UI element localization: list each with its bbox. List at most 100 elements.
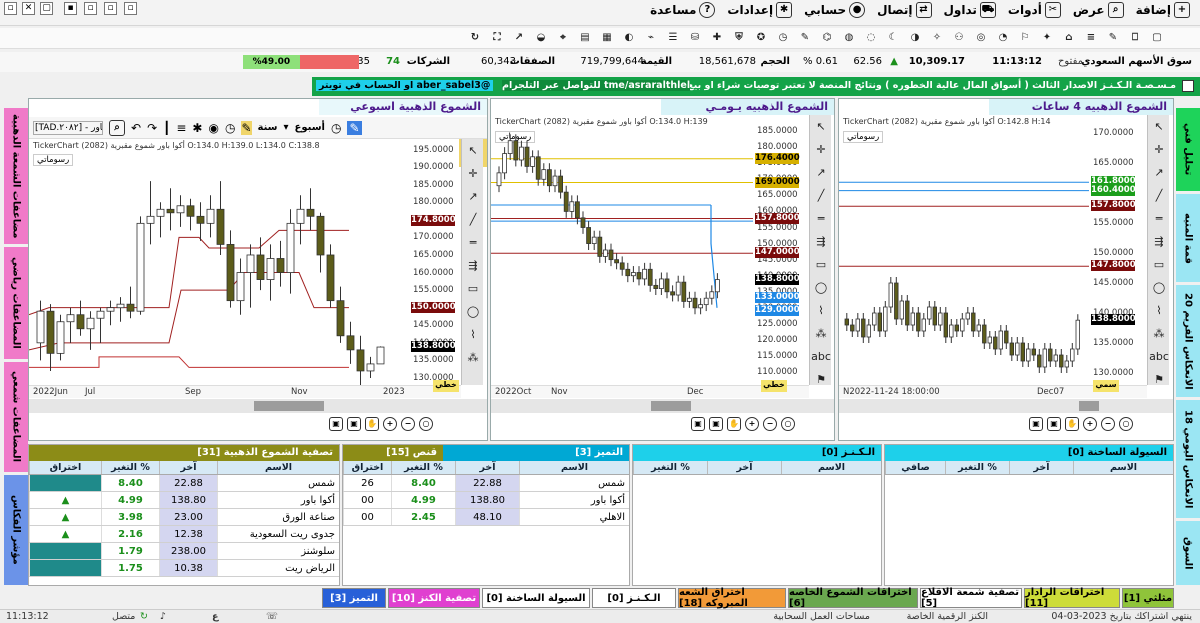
side-tab-math-multiples[interactable]: المضاعفات رياضي (4, 247, 28, 359)
window-close-button[interactable]: ✕ (22, 2, 35, 15)
draw-tool-3[interactable]: ↗ (810, 161, 832, 184)
toolbar-icon-5[interactable]: ⌂ (1062, 31, 1076, 45)
side-tab-candle-multiples[interactable]: المضاعفات شمعي (4, 362, 28, 472)
menu-item-settings[interactable]: ✱ إعدادات (727, 2, 793, 18)
column-header[interactable]: آخر (455, 461, 519, 474)
column-header[interactable]: آخر (707, 461, 781, 474)
bottom-tab-8[interactable]: تصفية الكنز [10] (388, 588, 480, 608)
draw-tool-2[interactable]: ✛ (1148, 138, 1170, 161)
fit-icon[interactable]: ▣ (691, 417, 705, 431)
toolbar-icon-27[interactable]: ▤ (578, 31, 592, 45)
draw-tool-5[interactable]: ═ (810, 207, 832, 230)
chart-type-badge[interactable]: خطي (433, 380, 459, 392)
draw-tool-7[interactable]: ▭ (462, 277, 484, 300)
period-button[interactable]: أسبوع (295, 122, 325, 133)
draw-tool-8[interactable]: ◯ (810, 276, 832, 299)
menu-item-view[interactable]: ⌕ عرض (1073, 2, 1124, 18)
indicators-icon[interactable]: ≡ (176, 121, 186, 135)
toolbar-icon-19[interactable]: ✪ (754, 31, 768, 45)
toolbar-icon-28[interactable]: ⌖ (556, 31, 570, 45)
toolbar-icon-14[interactable]: ◌ (864, 31, 878, 45)
alert-icon[interactable]: ◷ (225, 121, 235, 135)
hand-icon[interactable]: ✋ (1065, 417, 1079, 431)
search-icon[interactable]: ⌕ (109, 119, 125, 136)
toolbar-icon-23[interactable]: ☰ (666, 31, 680, 45)
twitter-link[interactable]: او الحساب في تويتر aber_sabel3@ (316, 80, 494, 91)
chart-daily-scrollbar[interactable] (491, 399, 834, 413)
toolbar-icon-8[interactable]: ◔ (996, 31, 1010, 45)
bottom-tab-7[interactable]: السيولة الساخنة [0] (482, 588, 590, 608)
draw-tool-4[interactable]: ╱ (1148, 184, 1170, 207)
draw-tool-9[interactable]: ⌇ (462, 323, 484, 346)
scroll-thumb[interactable] (651, 401, 691, 411)
bottom-tab-2[interactable]: اختراقات الرادار [11] (1024, 587, 1120, 609)
toolbar-icon-4[interactable]: ≡ (1084, 31, 1098, 45)
table-row[interactable]: سلوشنز 238.00 1.79 (29, 543, 339, 560)
toolbar-icon-24[interactable]: ⌁ (644, 31, 658, 45)
window-icon-1[interactable]: ▪ (64, 2, 77, 15)
language-toggle[interactable]: ع (212, 611, 219, 622)
draw-tool-4[interactable]: ╱ (462, 208, 484, 231)
fit-icon[interactable]: ▣ (1029, 417, 1043, 431)
table-row[interactable]: شمس 22.88 8.40 26 (343, 475, 629, 492)
menu-item-help[interactable]: ? مساعدة (650, 2, 716, 18)
hand-icon[interactable]: ✋ (727, 417, 741, 431)
redo-icon[interactable]: ↷ (147, 121, 157, 135)
zoom-reset-icon[interactable]: ○ (419, 417, 433, 431)
side-tab-reversal-indicator[interactable]: مؤشر الفكاس (4, 475, 28, 585)
symbol-box[interactable]: [TAD.٢٠٨٢] - أكوا باور (33, 120, 103, 135)
column-header[interactable]: التغير % (391, 461, 455, 474)
telegram-link[interactable]: للتواصل عبر التلجرام tme/asraralthlel (502, 80, 691, 91)
candles-icon[interactable]: ┃ (163, 121, 170, 135)
draw-tool-11[interactable]: abc (810, 345, 832, 368)
toolbar-icon-18[interactable]: ◷ (776, 31, 790, 45)
zoom-reset-icon[interactable]: ○ (1119, 417, 1133, 431)
table-row[interactable]: شمس 22.88 8.40 (29, 475, 339, 492)
table-row[interactable]: أكوا باور 138.80 4.99 00 (343, 492, 629, 509)
side-tab-golden-multiples[interactable]: مضاعفات الشمعة الدهبية (4, 108, 28, 244)
draw-tool-1[interactable]: ↖ (810, 115, 832, 138)
zoom-in-icon[interactable]: + (1083, 417, 1097, 431)
undo-icon[interactable]: ↶ (131, 121, 141, 135)
toolbar-icon-22[interactable]: ⛁ (688, 31, 702, 45)
toolbar-icon-11[interactable]: ✧ (930, 31, 944, 45)
zoom-reset-icon[interactable]: ○ (781, 417, 795, 431)
draw-tool-6[interactable]: ⇶ (462, 254, 484, 277)
column-header[interactable]: التغير % (101, 461, 159, 474)
column-header[interactable]: الاسم (519, 461, 629, 474)
draw-tool-1[interactable]: ↖ (1148, 115, 1170, 138)
draw-tool-10[interactable]: ⁂ (1148, 322, 1170, 345)
zoom-out-icon[interactable]: − (401, 417, 415, 431)
toolbar-icon-9[interactable]: ◎ (974, 31, 988, 45)
toolbar-icon-31[interactable]: ⛶ (490, 31, 504, 45)
fit-icon[interactable]: ▣ (329, 417, 343, 431)
menu-item-add[interactable]: + إضافة (1136, 2, 1190, 18)
period-dropdown-icon[interactable]: ▾ (284, 122, 289, 133)
draw-tool-7[interactable]: ▭ (810, 253, 832, 276)
table-row[interactable]: الرياض ريت 10.38 1.75 (29, 560, 339, 577)
hand-icon[interactable]: ✋ (365, 417, 379, 431)
draw-tool-5[interactable]: ═ (462, 231, 484, 254)
column-header[interactable]: التغير % (633, 461, 707, 474)
chart-4h-scrollbar[interactable] (839, 399, 1173, 413)
column-header[interactable]: الاسم (781, 461, 881, 474)
fit-all-icon[interactable]: ▣ (347, 417, 361, 431)
draw-tool-10[interactable]: ⁂ (462, 346, 484, 369)
toolbar-icon-2[interactable]: ⎕ (1128, 31, 1142, 45)
table-row[interactable]: أكوا باور 138.80 4.99 ▲ (29, 492, 339, 509)
toolbar-icon-25[interactable]: ◐ (622, 31, 636, 45)
draw-tool-8[interactable]: ◯ (1148, 276, 1170, 299)
toolbar-icon-10[interactable]: ⚇ (952, 31, 966, 45)
side-tab-reversal-frame[interactable]: الانعكاس الفريم 20 (1176, 285, 1200, 397)
draw-tool-7[interactable]: ▭ (1148, 253, 1170, 276)
draw-tool-5[interactable]: ═ (1148, 207, 1170, 230)
chart-weekly-scrollbar[interactable] (29, 399, 487, 413)
side-tab-market[interactable]: السوق (1176, 521, 1200, 585)
toolbar-icon-20[interactable]: ⛨ (732, 31, 746, 45)
toolbar-icon-6[interactable]: ✦ (1040, 31, 1054, 45)
side-tab-peak[interactable]: قمة المتيه (1176, 194, 1200, 282)
menu-item-cart[interactable]: ⛟ تداول (944, 2, 996, 18)
toolbar-icon-16[interactable]: ⌬ (820, 31, 834, 45)
market-name[interactable]: سوق الأسهم السعودي (1081, 56, 1192, 67)
chart-type-badge[interactable]: سمي (1093, 380, 1119, 392)
